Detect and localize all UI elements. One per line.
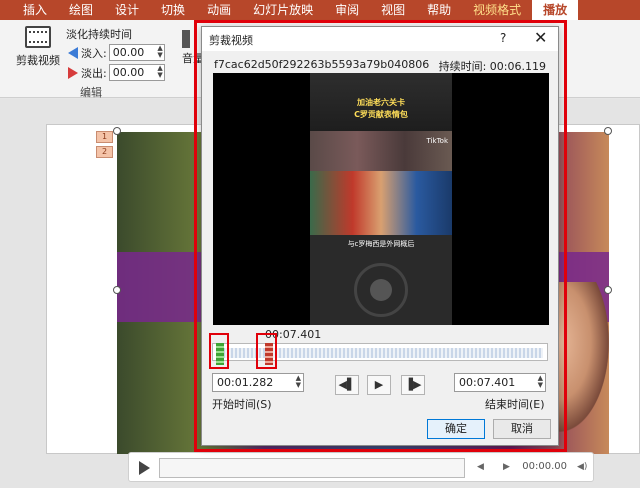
tab-review[interactable]: 审阅 bbox=[324, 0, 370, 20]
fade-duration-title: 淡化持续时间 bbox=[66, 26, 132, 42]
resize-handle[interactable] bbox=[113, 286, 121, 294]
step-back-icon[interactable]: ◀ bbox=[477, 462, 484, 472]
tab-transitions[interactable]: 切换 bbox=[150, 0, 196, 20]
fade-in-row: 淡入: 00.00 ▲▼ bbox=[68, 44, 165, 61]
fade-in-icon bbox=[68, 47, 78, 59]
resize-handle[interactable] bbox=[604, 127, 612, 135]
film-icon bbox=[25, 26, 51, 48]
fade-out-label: 淡出: bbox=[81, 65, 107, 81]
step-forward-icon[interactable]: ▶ bbox=[503, 462, 510, 472]
tab-draw[interactable]: 绘图 bbox=[58, 0, 104, 20]
player-time: 00:00.00 bbox=[522, 461, 567, 472]
trim-video-label: 剪裁视频 bbox=[16, 54, 60, 67]
speaker-icon bbox=[182, 30, 194, 48]
player-progress-bar[interactable] bbox=[159, 458, 465, 478]
fade-out-icon bbox=[68, 67, 78, 79]
tab-insert[interactable]: 插入 bbox=[12, 0, 58, 20]
tab-slideshow[interactable]: 幻灯片放映 bbox=[242, 0, 324, 20]
dialog-highlight-box bbox=[194, 20, 567, 452]
fade-in-value: 00.00 bbox=[113, 46, 145, 59]
video-player-bar: ◀ ▶ 00:00.00 ◀) bbox=[128, 452, 594, 482]
tab-video-format[interactable]: 视频格式 bbox=[462, 0, 532, 20]
fade-in-label: 淡入: bbox=[81, 45, 107, 61]
play-icon[interactable] bbox=[139, 461, 150, 475]
spin-arrows-icon[interactable]: ▲▼ bbox=[157, 65, 162, 79]
fade-out-row: 淡出: 00.00 ▲▼ bbox=[68, 64, 165, 81]
fade-in-input[interactable]: 00.00 ▲▼ bbox=[109, 44, 165, 61]
ribbon-tab-bar: 插入 绘图 设计 切换 动画 幻灯片放映 审阅 视图 帮助 视频格式 播放 bbox=[0, 0, 640, 20]
animation-tag[interactable]: 2 bbox=[96, 146, 113, 158]
tab-design[interactable]: 设计 bbox=[104, 0, 150, 20]
tab-animations[interactable]: 动画 bbox=[196, 0, 242, 20]
spin-arrows-icon[interactable]: ▲▼ bbox=[157, 45, 162, 59]
tab-playback[interactable]: 播放 bbox=[532, 0, 578, 20]
animation-tag[interactable]: 1 bbox=[96, 131, 113, 143]
volume-icon[interactable]: ◀) bbox=[577, 462, 587, 472]
resize-handle[interactable] bbox=[604, 286, 612, 294]
resize-handle[interactable] bbox=[113, 127, 121, 135]
tab-help[interactable]: 帮助 bbox=[416, 0, 462, 20]
tab-view[interactable]: 视图 bbox=[370, 0, 416, 20]
edit-group-label: 编辑 bbox=[80, 84, 102, 100]
fade-out-value: 00.00 bbox=[113, 66, 145, 79]
trim-video-button[interactable]: 剪裁视频 bbox=[16, 24, 60, 68]
fade-out-input[interactable]: 00.00 ▲▼ bbox=[109, 64, 165, 81]
